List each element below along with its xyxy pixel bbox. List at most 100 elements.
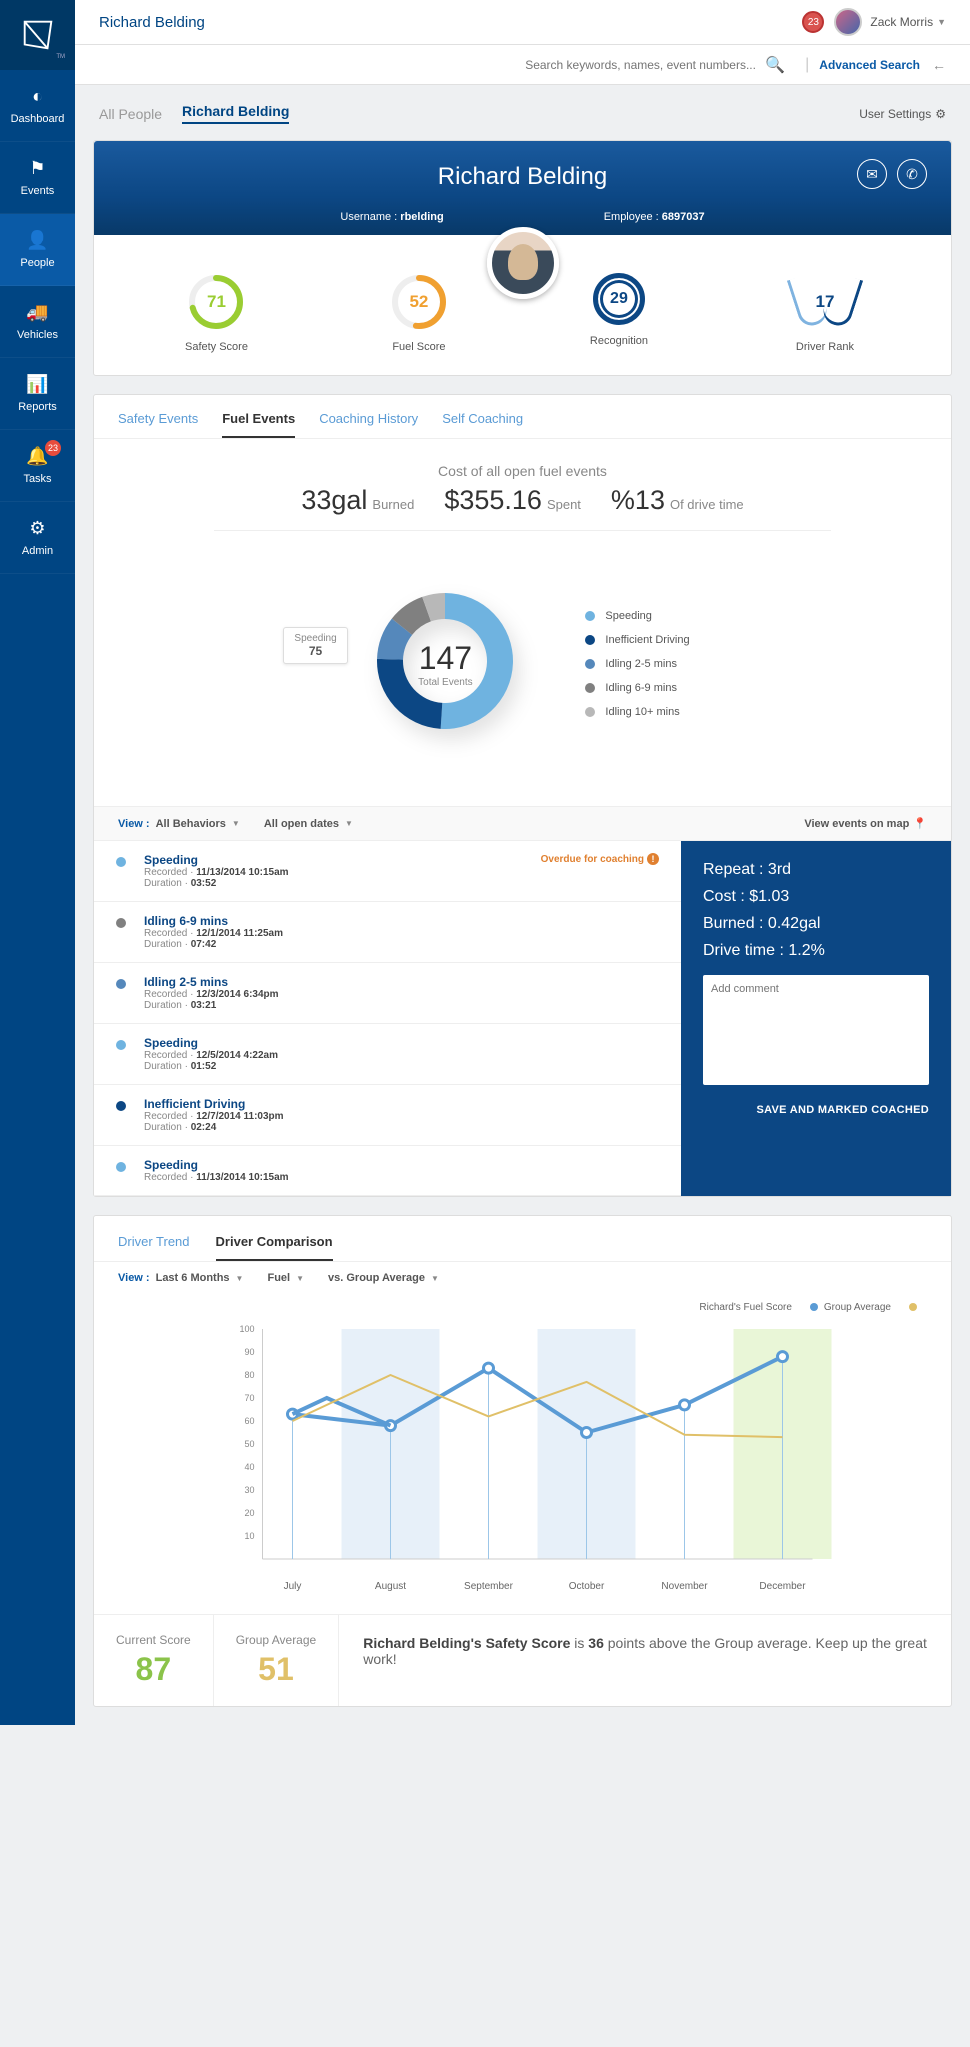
profile-avatar	[487, 227, 559, 299]
filter-dates[interactable]: All open dates	[264, 818, 339, 830]
fuel-summary: Cost of all open fuel events 33galBurned…	[94, 439, 951, 541]
filter-period[interactable]: Last 6 Months	[156, 1272, 230, 1284]
ctab-driver-comparison[interactable]: Driver Comparison	[216, 1234, 333, 1261]
legend-item[interactable]: Idling 2-5 mins	[585, 658, 689, 670]
legend-item[interactable]: Speeding	[585, 610, 689, 622]
nav-admin[interactable]: ⚙Admin	[0, 502, 75, 574]
user-name[interactable]: Zack Morris	[870, 15, 933, 29]
search-icon[interactable]: 🔍	[765, 55, 785, 75]
svg-text:60: 60	[244, 1416, 254, 1426]
dashboard-icon: ◐	[0, 86, 75, 107]
people-icon: 👤	[0, 230, 75, 251]
crumb-all-people[interactable]: All People	[99, 106, 162, 122]
user-avatar[interactable]	[834, 8, 862, 36]
nav-events[interactable]: ⚑Events	[0, 142, 75, 214]
line-chart: 102030405060708090100JulyAugustSeptember…	[94, 1313, 951, 1614]
svg-text:70: 70	[244, 1393, 254, 1403]
event-row[interactable]: Speeding Recorded · 11/13/2014 10:15am D…	[94, 841, 681, 902]
event-row[interactable]: Speeding Recorded · 12/5/2014 4:22am Dur…	[94, 1024, 681, 1085]
event-list: Speeding Recorded · 11/13/2014 10:15am D…	[94, 841, 681, 1196]
map-pin-icon: 📍	[913, 818, 927, 830]
svg-text:November: November	[661, 1581, 708, 1592]
warning-icon: !	[647, 853, 659, 865]
sidebar: TM ◐Dashboard⚑Events👤People🚚Vehicles📊Rep…	[0, 0, 75, 1725]
main-content: Richard Belding 23 Zack Morris ▼ 🔍 | Adv…	[75, 0, 970, 1725]
svg-text:40: 40	[244, 1462, 254, 1472]
admin-icon: ⚙	[0, 518, 75, 539]
tab-coaching-history[interactable]: Coaching History	[319, 411, 418, 438]
score-fuel-score: 52Fuel Score	[390, 273, 448, 353]
svg-text:October: October	[569, 1581, 605, 1592]
nav-tasks[interactable]: 🔔Tasks23	[0, 430, 75, 502]
user-settings-link[interactable]: User Settings⚙	[859, 107, 946, 121]
detail-row: Cost : $1.03	[703, 888, 929, 906]
legend-item[interactable]: Idling 6-9 mins	[585, 682, 689, 694]
donut-chart: 147 Total Events Speeding75 SpeedingInef…	[94, 541, 951, 806]
chevron-down-icon[interactable]: ▼	[937, 17, 946, 27]
svg-text:20: 20	[244, 1508, 254, 1518]
event-type-dot	[116, 1101, 126, 1111]
event-type-dot	[116, 857, 126, 867]
nav-reports[interactable]: 📊Reports	[0, 358, 75, 430]
nav-vehicles[interactable]: 🚚Vehicles	[0, 286, 75, 358]
event-row[interactable]: Idling 2-5 mins Recorded · 12/3/2014 6:3…	[94, 963, 681, 1024]
tab-safety-events[interactable]: Safety Events	[118, 411, 198, 438]
tab-self-coaching[interactable]: Self Coaching	[442, 411, 523, 438]
svg-text:90: 90	[244, 1347, 254, 1357]
comparison-card: Driver Trend Driver Comparison View : Las…	[93, 1215, 952, 1707]
line-chart-legend: Richard's Fuel ScoreGroup Average	[94, 1294, 951, 1313]
phone-icon[interactable]: ✆	[897, 159, 927, 189]
event-type-dot	[116, 979, 126, 989]
legend-item[interactable]: Idling 10+ mins	[585, 706, 689, 718]
svg-text:80: 80	[244, 1370, 254, 1380]
page-title: Richard Belding	[99, 14, 205, 31]
event-row[interactable]: Idling 6-9 mins Recorded · 12/1/2014 11:…	[94, 902, 681, 963]
tasks-icon: 🔔	[0, 446, 75, 467]
ctab-driver-trend[interactable]: Driver Trend	[118, 1234, 190, 1261]
comment-input[interactable]	[703, 975, 929, 1085]
notification-badge[interactable]: 23	[802, 11, 824, 33]
badge: 23	[45, 440, 61, 456]
score-recognition: 29Recognition	[590, 273, 648, 353]
event-tabs: Safety Events Fuel Events Coaching History…	[94, 395, 951, 439]
svg-text:100: 100	[239, 1324, 254, 1334]
view-on-map-link[interactable]: View events on map📍	[804, 817, 927, 830]
filter-metric[interactable]: Fuel	[267, 1272, 290, 1284]
reports-icon: 📊	[0, 374, 75, 395]
profile-name: Richard Belding	[94, 163, 951, 191]
breadcrumb: All People Richard Belding User Settings…	[75, 85, 970, 134]
detail-row: Repeat : 3rd	[703, 861, 929, 879]
search-input[interactable]	[525, 58, 755, 72]
back-arrow-icon[interactable]: ←	[932, 57, 946, 73]
logo[interactable]: TM	[0, 0, 75, 70]
tab-fuel-events[interactable]: Fuel Events	[222, 411, 295, 438]
filter-compare[interactable]: vs. Group Average	[328, 1272, 425, 1284]
score-driver-rank: 17Driver Rank	[790, 273, 860, 353]
score-message: Richard Belding's Safety Score is 36 poi…	[339, 1615, 951, 1706]
event-row[interactable]: Speeding Recorded · 11/13/2014 10:15am	[94, 1146, 681, 1196]
advanced-search-link[interactable]: Advanced Search	[819, 58, 920, 72]
crumb-current[interactable]: Richard Belding	[182, 103, 289, 124]
nav-dashboard[interactable]: ◐Dashboard	[0, 70, 75, 142]
nav-people[interactable]: 👤People	[0, 214, 75, 286]
save-coached-button[interactable]: SAVE AND MARKED COACHED	[703, 1104, 929, 1116]
score-safety-score: 71Safety Score	[185, 273, 248, 353]
email-icon[interactable]: ✉	[857, 159, 887, 189]
group-average-score: 51	[236, 1651, 317, 1688]
events-card: Safety Events Fuel Events Coaching History…	[93, 394, 952, 1197]
profile-card: Richard Belding Username : rbelding Empl…	[93, 140, 952, 376]
comparison-tabs: Driver Trend Driver Comparison	[94, 1216, 951, 1262]
event-type-dot	[116, 1040, 126, 1050]
filter-behaviors[interactable]: All Behaviors	[156, 818, 226, 830]
donut-tooltip: Speeding75	[283, 627, 347, 664]
svg-text:50: 50	[244, 1439, 254, 1449]
event-filter-bar: View : All Behaviors▼ All open dates▼ Vi…	[94, 806, 951, 841]
overdue-badge: Overdue for coaching!	[541, 853, 659, 865]
svg-text:July: July	[284, 1581, 302, 1592]
svg-text:September: September	[464, 1581, 514, 1592]
legend-item[interactable]: Inefficient Driving	[585, 634, 689, 646]
svg-text:30: 30	[244, 1485, 254, 1495]
score-footer: Current Score 87 Group Average 51 Richar…	[94, 1614, 951, 1706]
event-row[interactable]: Inefficient Driving Recorded · 12/7/2014…	[94, 1085, 681, 1146]
comparison-filters: View : Last 6 Months▼ Fuel▼ vs. Group Av…	[94, 1262, 951, 1294]
